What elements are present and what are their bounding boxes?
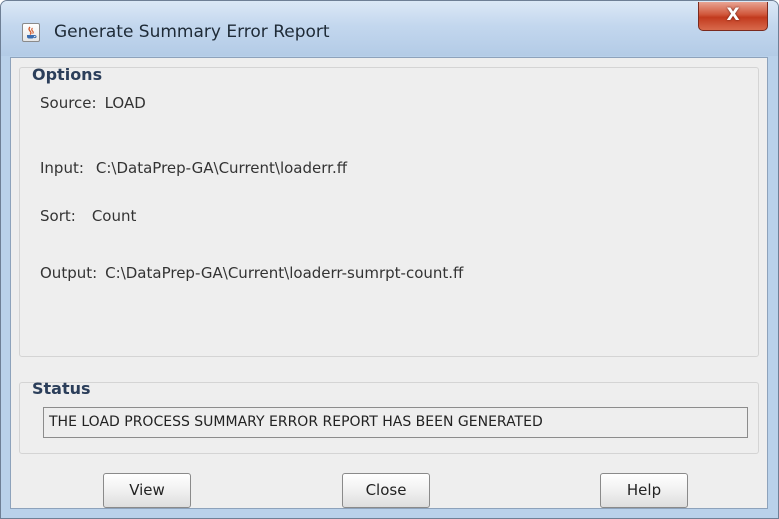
dialog-window: Generate Summary Error Report X Options … bbox=[0, 0, 779, 519]
help-button[interactable]: Help bbox=[600, 473, 688, 508]
dialog-content: Options Source: LOAD Input: C:\DataPrep-GA… bbox=[10, 57, 768, 509]
input-value: C:\DataPrep-GA\Current\loaderr.ff bbox=[95, 159, 348, 177]
status-heading: Status bbox=[32, 379, 91, 398]
source-label: Source: bbox=[40, 94, 97, 112]
source-row: Source: LOAD bbox=[40, 94, 146, 112]
status-message-field: THE LOAD PROCESS SUMMARY ERROR REPORT HA… bbox=[43, 407, 748, 438]
input-row: Input: C:\DataPrep-GA\Current\loaderr.ff bbox=[40, 159, 347, 177]
close-button[interactable]: Close bbox=[342, 473, 430, 508]
source-value: LOAD bbox=[104, 94, 146, 112]
sort-label: Sort: bbox=[40, 207, 76, 225]
output-value: C:\DataPrep-GA\Current\loaderr-sumrpt-co… bbox=[105, 264, 464, 282]
options-heading: Options bbox=[32, 65, 103, 84]
output-label: Output: bbox=[40, 264, 98, 282]
sort-row: Sort: Count bbox=[40, 207, 136, 225]
input-label: Input: bbox=[40, 159, 84, 177]
title-bar[interactable]: Generate Summary Error Report X bbox=[1, 1, 778, 56]
view-button[interactable]: View bbox=[103, 473, 191, 508]
sort-value: Count bbox=[91, 207, 137, 225]
close-icon: X bbox=[726, 5, 740, 25]
window-close-button[interactable]: X bbox=[698, 2, 768, 31]
java-coffee-cup-icon bbox=[22, 23, 40, 42]
output-row: Output: C:\DataPrep-GA\Current\loaderr-su… bbox=[40, 264, 463, 282]
window-title: Generate Summary Error Report bbox=[54, 22, 330, 42]
